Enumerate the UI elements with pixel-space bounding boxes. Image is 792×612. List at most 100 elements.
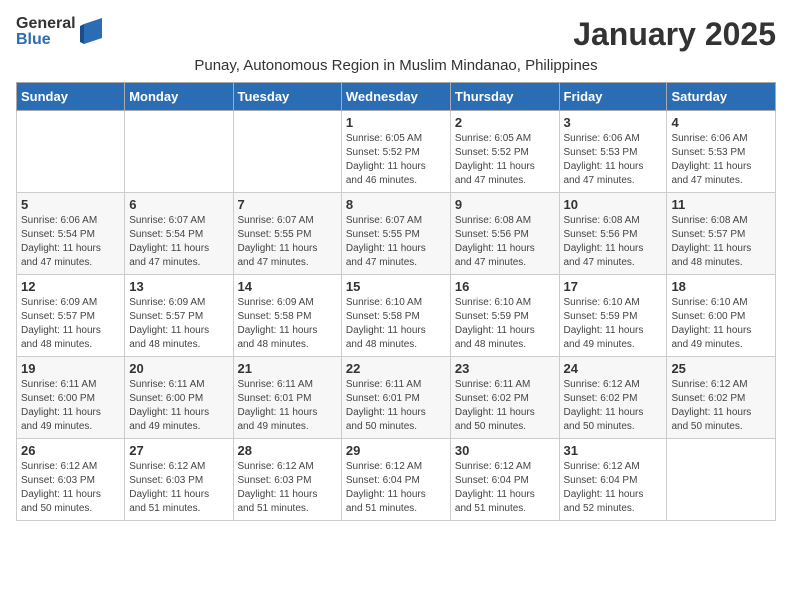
calendar-cell: 11 Sunrise: 6:08 AM Sunset: 5:57 PM Dayli… [667,193,776,275]
day-info: Sunrise: 6:10 AM Sunset: 5:58 PM Dayligh… [346,296,446,352]
day-number: 28 [238,443,337,458]
day-number: 1 [346,115,446,130]
day-number: 6 [129,197,228,212]
day-info: Sunrise: 6:12 AM Sunset: 6:02 PM Dayligh… [564,378,663,434]
day-number: 29 [346,443,446,458]
calendar-cell: 30 Sunrise: 6:12 AM Sunset: 6:04 PM Dayli… [450,439,559,521]
column-header-wednesday: Wednesday [341,83,450,111]
calendar-week-4: 19 Sunrise: 6:11 AM Sunset: 6:00 PM Dayli… [17,357,776,439]
logo-icon [80,18,102,46]
day-info: Sunrise: 6:09 AM Sunset: 5:57 PM Dayligh… [21,296,120,352]
day-info: Sunrise: 6:12 AM Sunset: 6:03 PM Dayligh… [129,460,228,516]
day-number: 21 [238,361,337,376]
calendar-cell: 8 Sunrise: 6:07 AM Sunset: 5:55 PM Daylig… [341,193,450,275]
day-info: Sunrise: 6:07 AM Sunset: 5:55 PM Dayligh… [238,214,337,270]
day-info: Sunrise: 6:06 AM Sunset: 5:53 PM Dayligh… [564,132,663,188]
day-number: 7 [238,197,337,212]
logo-blue-text: Blue [16,32,76,48]
calendar-week-1: 1 Sunrise: 6:05 AM Sunset: 5:52 PM Daylig… [17,111,776,193]
day-number: 30 [455,443,555,458]
calendar-cell: 27 Sunrise: 6:12 AM Sunset: 6:03 PM Dayli… [125,439,233,521]
column-header-thursday: Thursday [450,83,559,111]
calendar-cell: 16 Sunrise: 6:10 AM Sunset: 5:59 PM Dayli… [450,275,559,357]
day-info: Sunrise: 6:06 AM Sunset: 5:53 PM Dayligh… [671,132,771,188]
day-number: 24 [564,361,663,376]
calendar-cell: 22 Sunrise: 6:11 AM Sunset: 6:01 PM Dayli… [341,357,450,439]
calendar-cell: 14Sunrise: 6:09 AM Sunset: 5:58 PM Dayli… [233,275,341,357]
day-number: 22 [346,361,446,376]
day-info: Sunrise: 6:10 AM Sunset: 5:59 PM Dayligh… [455,296,555,352]
logo-general-text: General [16,16,76,32]
day-info: Sunrise: 6:11 AM Sunset: 6:02 PM Dayligh… [455,378,555,434]
calendar-cell: 10Sunrise: 6:08 AM Sunset: 5:56 PM Dayli… [559,193,667,275]
subtitle: Punay, Autonomous Region in Muslim Minda… [16,57,776,74]
calendar-cell [233,111,341,193]
day-info: Sunrise: 6:12 AM Sunset: 6:04 PM Dayligh… [455,460,555,516]
column-headers: SundayMondayTuesdayWednesdayThursdayFrid… [17,83,776,111]
day-number: 25 [671,361,771,376]
day-number: 27 [129,443,228,458]
column-header-saturday: Saturday [667,83,776,111]
day-info: Sunrise: 6:07 AM Sunset: 5:54 PM Dayligh… [129,214,228,270]
day-number: 16 [455,279,555,294]
day-info: Sunrise: 6:06 AM Sunset: 5:54 PM Dayligh… [21,214,120,270]
calendar-cell [125,111,233,193]
day-info: Sunrise: 6:11 AM Sunset: 6:01 PM Dayligh… [346,378,446,434]
calendar-week-3: 12 Sunrise: 6:09 AM Sunset: 5:57 PM Dayli… [17,275,776,357]
day-info: Sunrise: 6:05 AM Sunset: 5:52 PM Dayligh… [346,132,446,188]
day-number: 12 [21,279,120,294]
day-number: 13 [129,279,228,294]
day-number: 8 [346,197,446,212]
day-info: Sunrise: 6:11 AM Sunset: 6:00 PM Dayligh… [21,378,120,434]
calendar-cell: 4Sunrise: 6:06 AM Sunset: 5:53 PM Daylig… [667,111,776,193]
calendar-cell: 28Sunrise: 6:12 AM Sunset: 6:03 PM Dayli… [233,439,341,521]
calendar-cell: 26 Sunrise: 6:12 AM Sunset: 6:03 PM Dayli… [17,439,125,521]
day-number: 3 [564,115,663,130]
day-number: 18 [671,279,771,294]
day-number: 2 [455,115,555,130]
day-info: Sunrise: 6:12 AM Sunset: 6:04 PM Dayligh… [564,460,663,516]
calendar-cell: 3 Sunrise: 6:06 AM Sunset: 5:53 PM Daylig… [559,111,667,193]
day-info: Sunrise: 6:12 AM Sunset: 6:03 PM Dayligh… [21,460,120,516]
calendar-cell: 19 Sunrise: 6:11 AM Sunset: 6:00 PM Dayli… [17,357,125,439]
day-number: 26 [21,443,120,458]
calendar-cell: 31 Sunrise: 6:12 AM Sunset: 6:04 PM Dayli… [559,439,667,521]
calendar-cell: 24 Sunrise: 6:12 AM Sunset: 6:02 PM Dayli… [559,357,667,439]
day-number: 20 [129,361,228,376]
day-info: Sunrise: 6:10 AM Sunset: 5:59 PM Dayligh… [564,296,663,352]
header: General Blue January 2025 [16,16,776,53]
calendar-cell: 13 Sunrise: 6:09 AM Sunset: 5:57 PM Dayli… [125,275,233,357]
column-header-tuesday: Tuesday [233,83,341,111]
day-info: Sunrise: 6:11 AM Sunset: 6:01 PM Dayligh… [238,378,337,434]
calendar-cell [17,111,125,193]
calendar-cell: 2Sunrise: 6:05 AM Sunset: 5:52 PM Daylig… [450,111,559,193]
day-info: Sunrise: 6:07 AM Sunset: 5:55 PM Dayligh… [346,214,446,270]
calendar-cell: 18 Sunrise: 6:10 AM Sunset: 6:00 PM Dayli… [667,275,776,357]
month-title: January 2025 [573,16,776,53]
day-number: 9 [455,197,555,212]
day-number: 19 [21,361,120,376]
calendar-cell: 17Sunrise: 6:10 AM Sunset: 5:59 PM Dayli… [559,275,667,357]
column-header-friday: Friday [559,83,667,111]
day-info: Sunrise: 6:10 AM Sunset: 6:00 PM Dayligh… [671,296,771,352]
day-number: 11 [671,197,771,212]
calendar-cell: 23Sunrise: 6:11 AM Sunset: 6:02 PM Dayli… [450,357,559,439]
day-info: Sunrise: 6:08 AM Sunset: 5:56 PM Dayligh… [564,214,663,270]
calendar-cell: 12 Sunrise: 6:09 AM Sunset: 5:57 PM Dayli… [17,275,125,357]
calendar-table: SundayMondayTuesdayWednesdayThursdayFrid… [16,82,776,521]
calendar-week-2: 5Sunrise: 6:06 AM Sunset: 5:54 PM Daylig… [17,193,776,275]
calendar-week-5: 26 Sunrise: 6:12 AM Sunset: 6:03 PM Dayli… [17,439,776,521]
calendar-cell: 7 Sunrise: 6:07 AM Sunset: 5:55 PM Daylig… [233,193,341,275]
calendar-cell: 1 Sunrise: 6:05 AM Sunset: 5:52 PM Daylig… [341,111,450,193]
logo: General Blue [16,16,102,48]
calendar-cell: 20 Sunrise: 6:11 AM Sunset: 6:00 PM Dayli… [125,357,233,439]
day-info: Sunrise: 6:09 AM Sunset: 5:58 PM Dayligh… [238,296,337,352]
day-info: Sunrise: 6:09 AM Sunset: 5:57 PM Dayligh… [129,296,228,352]
day-info: Sunrise: 6:11 AM Sunset: 6:00 PM Dayligh… [129,378,228,434]
day-info: Sunrise: 6:08 AM Sunset: 5:57 PM Dayligh… [671,214,771,270]
column-header-monday: Monday [125,83,233,111]
day-number: 31 [564,443,663,458]
calendar-cell [667,439,776,521]
calendar-cell: 29Sunrise: 6:12 AM Sunset: 6:04 PM Dayli… [341,439,450,521]
calendar-cell: 15Sunrise: 6:10 AM Sunset: 5:58 PM Dayli… [341,275,450,357]
